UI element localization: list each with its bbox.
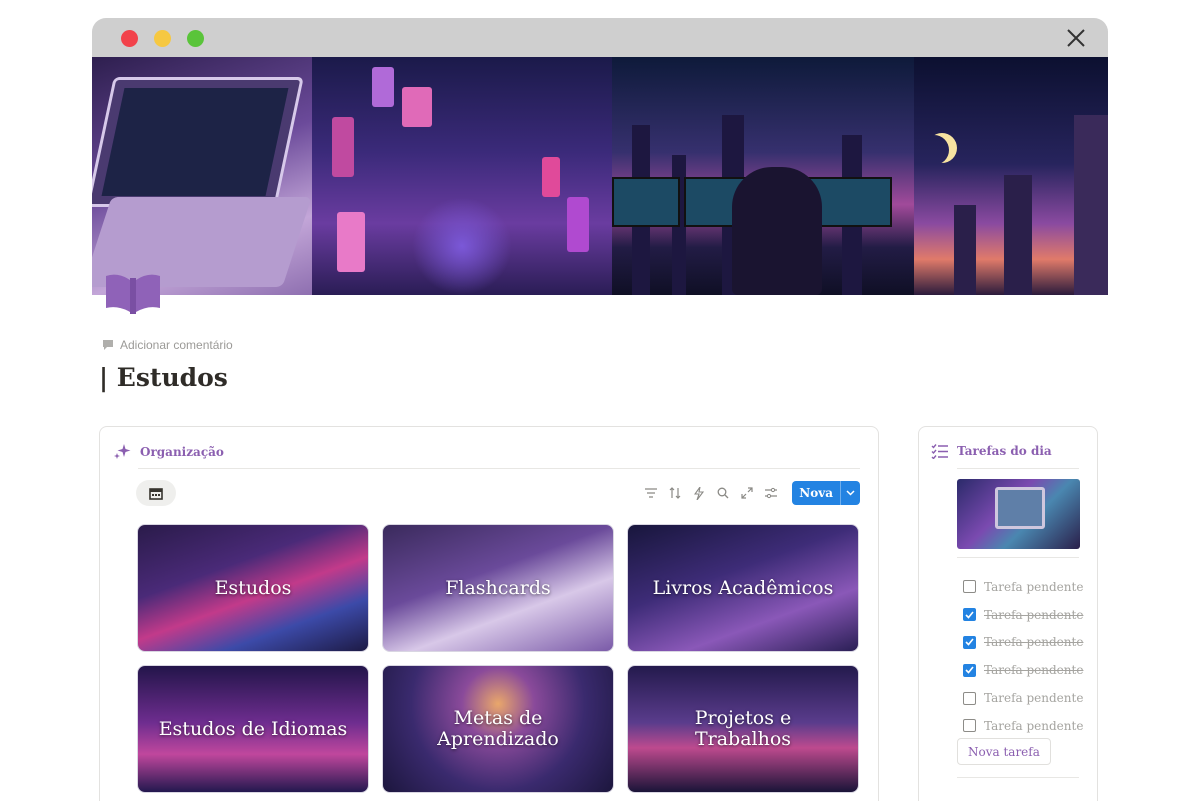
gallery-card-metas-de-aprendizado[interactable]: Metas de Aprendizado bbox=[382, 665, 614, 793]
tasks-cover-thumbnail bbox=[957, 479, 1080, 549]
add-comment-label: Adicionar comentário bbox=[120, 338, 233, 352]
card-title: Estudos bbox=[214, 576, 292, 599]
lightning-icon[interactable] bbox=[690, 484, 708, 502]
task-item: Tarefa pendente bbox=[963, 712, 1083, 740]
new-entry-button[interactable]: Nova bbox=[792, 481, 860, 505]
close-icon[interactable] bbox=[1064, 26, 1088, 50]
task-label[interactable]: Tarefa pendente bbox=[984, 663, 1083, 677]
cover-laptop-panel bbox=[92, 57, 312, 295]
gallery-card-livros-academicos[interactable]: Livros Acadêmicos bbox=[627, 524, 859, 652]
organization-title: Organização bbox=[140, 445, 224, 459]
page-title[interactable]: | Estudos bbox=[99, 363, 228, 392]
filter-icon[interactable] bbox=[642, 484, 660, 502]
task-checkbox[interactable] bbox=[963, 691, 976, 705]
add-comment-button[interactable]: Adicionar comentário bbox=[102, 338, 233, 352]
sliders-icon[interactable] bbox=[762, 484, 780, 502]
organization-panel: Organização Nova Estudos Flashcards Livr… bbox=[99, 426, 879, 801]
checkmark-icon bbox=[965, 611, 974, 619]
sort-icon[interactable] bbox=[666, 484, 684, 502]
task-item: Tarefa pendente bbox=[963, 573, 1083, 601]
database-toolbar: Nova bbox=[642, 481, 860, 505]
checkmark-icon bbox=[965, 666, 974, 674]
tasks-divider bbox=[957, 557, 1079, 558]
task-checkbox[interactable] bbox=[963, 719, 976, 733]
task-label[interactable]: Tarefa pendente bbox=[984, 719, 1083, 733]
task-label[interactable]: Tarefa pendente bbox=[984, 580, 1083, 594]
checklist-icon bbox=[931, 444, 948, 459]
cover-image bbox=[92, 57, 1108, 295]
task-item: Tarefa pendente bbox=[963, 684, 1083, 712]
gallery-card-projetos-e-trabalhos[interactable]: Projetos e Trabalhos bbox=[627, 665, 859, 793]
calendar-view-tab[interactable] bbox=[136, 480, 176, 506]
app-window: Adicionar comentário | Estudos Organizaç… bbox=[92, 18, 1108, 801]
tasks-header: Tarefas do dia bbox=[931, 443, 1052, 459]
calendar-icon bbox=[149, 487, 163, 500]
window-minimize-dot[interactable] bbox=[154, 30, 171, 47]
laptop-illustration bbox=[92, 77, 304, 207]
gallery-card-estudos-de-idiomas[interactable]: Estudos de Idiomas bbox=[137, 665, 369, 793]
gallery-card-flashcards[interactable]: Flashcards bbox=[382, 524, 614, 652]
task-label[interactable]: Tarefa pendente bbox=[984, 635, 1083, 649]
cover-street-panel bbox=[312, 57, 612, 295]
card-title: Metas de Aprendizado bbox=[437, 707, 559, 750]
cover-city-panel bbox=[914, 57, 1108, 295]
task-checkbox[interactable] bbox=[963, 663, 976, 677]
moon-illustration bbox=[919, 135, 949, 165]
tasks-header-divider bbox=[957, 468, 1079, 469]
new-task-button[interactable]: Nova tarefa bbox=[957, 738, 1051, 765]
task-item: Tarefa pendente bbox=[963, 656, 1083, 684]
task-checkbox[interactable] bbox=[963, 635, 976, 649]
task-checkbox[interactable] bbox=[963, 580, 976, 594]
header-divider bbox=[138, 468, 860, 469]
chair-illustration bbox=[732, 167, 822, 295]
task-checkbox[interactable] bbox=[963, 608, 976, 622]
card-title: Estudos de Idiomas bbox=[158, 717, 348, 740]
open-book-icon[interactable] bbox=[104, 268, 162, 318]
cover-desk-panel bbox=[612, 57, 914, 295]
card-title: Livros Acadêmicos bbox=[652, 576, 834, 599]
card-title: Flashcards bbox=[445, 576, 551, 599]
new-entry-label: Nova bbox=[799, 486, 833, 500]
sparkles-icon bbox=[114, 444, 131, 459]
task-item: Tarefa pendente bbox=[963, 629, 1083, 657]
tasks-bottom-divider bbox=[957, 777, 1079, 778]
task-list: Tarefa pendente Tarefa pendente Tarefa p… bbox=[963, 573, 1083, 740]
task-label[interactable]: Tarefa pendente bbox=[984, 608, 1083, 622]
chevron-down-icon[interactable] bbox=[840, 481, 860, 505]
gallery-card-estudos[interactable]: Estudos bbox=[137, 524, 369, 652]
window-close-dot[interactable] bbox=[121, 30, 138, 47]
organization-header: Organização bbox=[112, 443, 224, 461]
window-maximize-dot[interactable] bbox=[187, 30, 204, 47]
tasks-title: Tarefas do dia bbox=[957, 444, 1052, 458]
task-item: Tarefa pendente bbox=[963, 601, 1083, 629]
window-titlebar bbox=[92, 18, 1108, 58]
checkmark-icon bbox=[965, 638, 974, 647]
search-icon[interactable] bbox=[714, 484, 732, 502]
expand-icon[interactable] bbox=[738, 484, 756, 502]
tasks-panel: Tarefas do dia Tarefa pendente Tarefa pe… bbox=[918, 426, 1098, 801]
comment-icon bbox=[103, 340, 113, 350]
card-title: Projetos e Trabalhos bbox=[694, 707, 792, 750]
task-label[interactable]: Tarefa pendente bbox=[984, 691, 1083, 705]
